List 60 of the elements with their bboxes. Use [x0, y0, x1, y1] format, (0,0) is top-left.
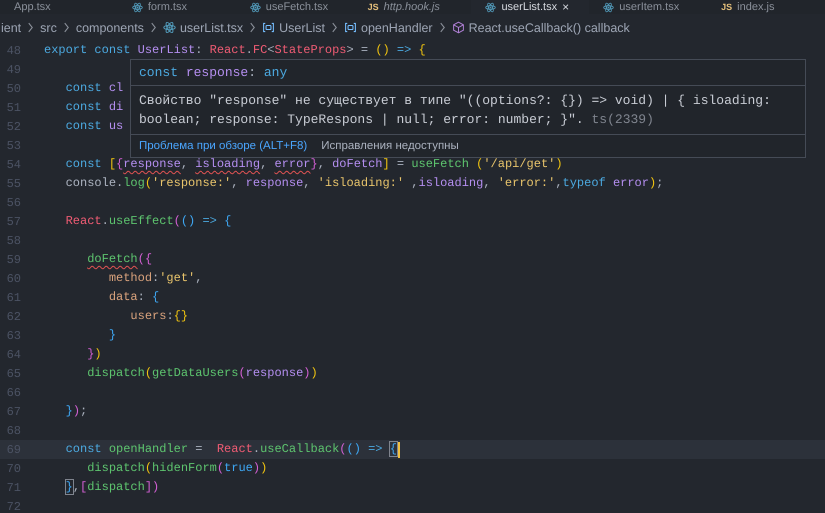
- view-problem-link[interactable]: Проблема при обзоре (ALT+F8): [139, 139, 308, 153]
- code-line: export const UserList: React.FC<StateProps> = () => {: [44, 42, 426, 59]
- breadcrumb-item[interactable]: userList.tsx: [180, 20, 244, 34]
- chevron-icon: [62, 22, 70, 33]
- code-line: data: {: [108, 289, 160, 306]
- code-line: },[dispatch]): [64, 479, 160, 496]
- editor-tab[interactable]: form.tsx: [118, 0, 236, 14]
- code-line: }): [86, 346, 102, 363]
- tab-label: index.js: [737, 0, 774, 14]
- no-fixes-label: Исправления недоступны: [321, 139, 459, 153]
- type-signature: const response: any: [131, 60, 805, 86]
- chevron-icon: [331, 22, 338, 33]
- cube-icon: [452, 21, 465, 34]
- code-line: dispatch(getDataUsers(response)): [86, 365, 318, 382]
- react-icon: [485, 2, 496, 12]
- code-line: doFetch({: [86, 251, 152, 268]
- tab-label: form.tsx: [148, 0, 187, 14]
- react-icon: [132, 2, 143, 12]
- editor-tab[interactable]: JS index.js: [707, 0, 825, 14]
- code-line: });: [64, 403, 88, 420]
- tab-label: App.tsx: [14, 0, 51, 14]
- code-line: console.log('response:', response, 'isloading:' ,isloading, 'error:',typeof error);: [64, 175, 664, 192]
- breadcrumb-item[interactable]: UserList: [279, 20, 325, 34]
- code-line: React.useEffect(() => {: [64, 213, 232, 230]
- react-icon: [250, 2, 261, 12]
- breadcrumb-item[interactable]: src: [40, 20, 57, 34]
- tab-label: userItem.tsx: [619, 0, 680, 14]
- code-line: const openHandler = React.useCallback(() => {: [64, 441, 397, 458]
- code-line: const cl: [64, 80, 124, 97]
- variable-icon: [262, 21, 276, 34]
- breadcrumb-item[interactable]: openHandler: [361, 20, 433, 34]
- chevron-icon: [150, 22, 157, 33]
- variable-icon: [344, 21, 357, 34]
- breadcrumb-item[interactable]: components: [76, 20, 144, 34]
- js-file-icon: JS: [721, 2, 732, 12]
- chevron-icon: [438, 22, 446, 33]
- code-line: method:'get',: [108, 270, 202, 287]
- editor-tab[interactable]: userItem.tsx: [589, 0, 708, 14]
- code-line: }: [108, 327, 116, 344]
- code-line: const di: [64, 99, 124, 116]
- react-icon: [603, 2, 614, 12]
- text-cursor: [398, 442, 400, 458]
- tab-label: useFetch.tsx: [266, 0, 328, 14]
- js-file-icon: JS: [368, 2, 379, 12]
- code-line: const us: [64, 118, 124, 135]
- editor-tab[interactable]: useFetch.tsx: [236, 0, 354, 14]
- chevron-icon: [249, 22, 256, 33]
- code-line: const [{response, isloading, error}, doFetch] = useFetch ('/api/get'): [64, 156, 563, 173]
- tab-label: userList.tsx: [501, 0, 558, 14]
- code-line: users:{}: [129, 308, 188, 325]
- editor-tab[interactable]: JS http.hook.js: [354, 0, 472, 14]
- code-line: dispatch(hidenForm(true)): [86, 460, 268, 477]
- tab-label: http.hook.js: [384, 0, 440, 14]
- editor-tab[interactable]: App.tsx: [0, 0, 118, 14]
- breadcrumb-item[interactable]: ient: [1, 20, 22, 34]
- close-icon[interactable]: ×: [562, 0, 570, 14]
- breadcrumb-item[interactable]: React.useCallback() callback: [468, 20, 630, 34]
- error-message: Свойство "response" не существует в типе "((options?: {}) => void) | { isloading: boolean; response: TypeRespons | null; error: number; }". ts(2339): [138, 92, 772, 129]
- chevron-icon: [27, 22, 34, 33]
- react-icon: [162, 21, 176, 34]
